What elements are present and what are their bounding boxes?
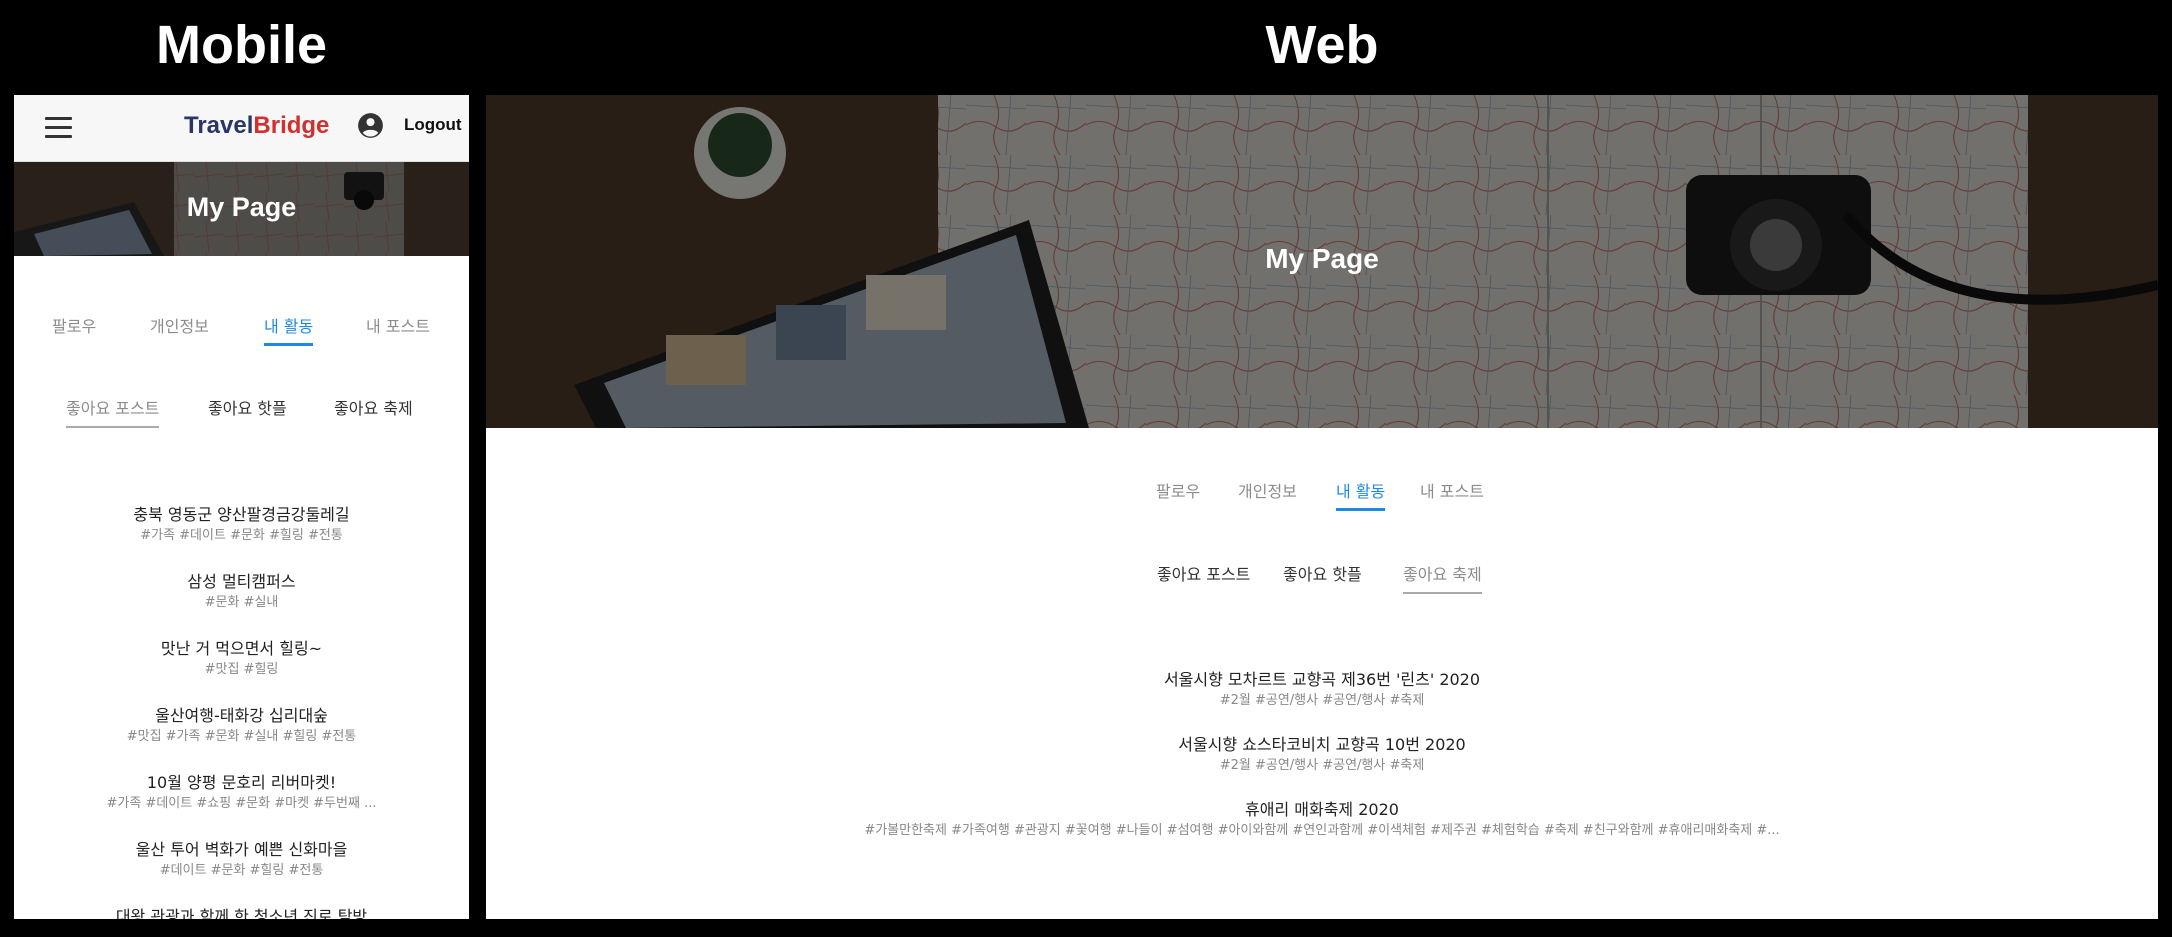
list-item[interactable]: 서울시향 모차르트 교향곡 제36번 '린츠' 2020 #2월 #공연/행사 #… [486,670,2158,735]
item-title: 대왕 관광과 함께 한 청소년 진로 탐방 [115,907,368,919]
item-tags: #가족 #데이트 #문화 #힐링 #전통 [140,528,343,543]
item-title: 맛난 거 먹으면서 힐링~ [160,639,323,658]
subtab-liked-festivals[interactable]: 좋아요 축제 [1403,561,1482,594]
subtab-liked-festivals[interactable]: 좋아요 축제 [334,395,413,419]
main-tabs: 팔로우 개인정보 내 활동 내 포스트 [486,478,2158,528]
item-tags: #가볼만한축제 #가족여행 #관광지 #꽃여행 #나들이 #섬여행 #아이와함께… [864,823,1780,838]
logout-button[interactable]: Logout [404,115,462,135]
item-title: 울산여행-태화강 십리대숲 [155,706,328,725]
item-tags: #맛집 #힐링 [204,662,279,677]
item-title: 서울시향 모차르트 교향곡 제36번 '린츠' 2020 [1163,670,1481,689]
liked-list: 서울시향 모차르트 교향곡 제36번 '린츠' 2020 #2월 #공연/행사 #… [486,670,2158,865]
subtab-liked-hotplaces[interactable]: 좋아요 핫플 [1283,561,1362,585]
list-item[interactable]: 10월 양평 문호리 리버마켓! #가족 #데이트 #쇼핑 #문화 #마켓 #두번… [14,773,469,840]
sub-tabs: 좋아요 포스트 좋아요 핫플 좋아요 축제 [14,395,469,435]
list-item[interactable]: 삼성 멀티캠퍼스 #문화 #실내 [14,572,469,639]
web-section-label: Web [1265,15,1379,75]
tab-follow[interactable]: 팔로우 [52,313,96,337]
main-tabs: 팔로우 개인정보 내 활동 내 포스트 [14,305,469,355]
list-item[interactable]: 서울시향 쇼스타코비치 교향곡 10번 2020 #2월 #공연/행사 #공연/행… [486,735,2158,800]
item-title: 휴애리 매화축제 2020 [1245,800,1399,819]
tab-my-posts[interactable]: 내 포스트 [1420,478,1484,502]
logo-travel: Travel [184,112,254,139]
item-title: 울산 투어 벽화가 예쁜 신화마을 [135,840,348,859]
hero-banner: My Page [486,95,2158,428]
account-circle-icon[interactable] [357,112,384,139]
sub-tabs: 좋아요 포스트 좋아요 핫플 좋아요 축제 [486,561,2158,601]
list-item[interactable]: 울산여행-태화강 십리대숲 #맛집 #가족 #문화 #실내 #힐링 #전통 [14,706,469,773]
tab-personal-info[interactable]: 개인정보 [1238,478,1297,502]
list-item[interactable]: 울산 투어 벽화가 예쁜 신화마을 #데이트 #문화 #힐링 #전통 [14,840,469,907]
page-title: My Page [1265,243,1379,274]
liked-list: 충북 영동군 양산팔경금강둘레길 #가족 #데이트 #문화 #힐링 #전통 삼성 … [14,505,469,919]
hamburger-menu-icon[interactable] [45,117,72,139]
subtab-liked-posts[interactable]: 좋아요 포스트 [1157,561,1250,585]
tab-personal-info[interactable]: 개인정보 [150,313,209,337]
page-title: My Page [186,192,297,222]
mobile-section-label: Mobile [156,15,327,75]
tab-follow[interactable]: 팔로우 [1156,478,1200,502]
list-item[interactable]: 휴애리 매화축제 2020 #가볼만한축제 #가족여행 #관광지 #꽃여행 #나들… [486,800,2158,865]
item-tags: #2월 #공연/행사 #공연/행사 #축제 [1219,693,1425,708]
item-tags: #가족 #데이트 #쇼핑 #문화 #마켓 #두번째 ... [106,796,377,811]
item-title: 10월 양평 문호리 리버마켓! [146,773,337,792]
tab-my-activity[interactable]: 내 활동 [264,313,314,346]
item-tags: #2월 #공연/행사 #공연/행사 #축제 [1219,758,1425,773]
list-item[interactable]: 대왕 관광과 함께 한 청소년 진로 탐방 [14,907,469,919]
item-tags: #문화 #실내 [204,595,279,610]
web-screen: My Page 팔로우 개인정보 내 활동 내 포스트 좋아요 포스트 좋아요 … [486,95,2158,919]
app-logo[interactable]: TravelBridge [184,112,329,140]
item-title: 삼성 멀티캠퍼스 [187,572,296,591]
subtab-liked-hotplaces[interactable]: 좋아요 핫플 [208,395,287,419]
app-bar: TravelBridge Logout [14,95,469,162]
hero-banner: My Page [14,162,469,256]
tab-my-activity[interactable]: 내 활동 [1336,478,1386,511]
tab-my-posts[interactable]: 내 포스트 [366,313,430,337]
mobile-screen: TravelBridge Logout My Page 팔로우 개인정보 내 활… [14,95,469,919]
item-tags: #맛집 #가족 #문화 #실내 #힐링 #전통 [126,729,357,744]
item-tags: #데이트 #문화 #힐링 #전통 [159,863,324,878]
logo-bridge: Bridge [253,112,330,139]
item-title: 서울시향 쇼스타코비치 교향곡 10번 2020 [1178,735,1466,754]
list-item[interactable]: 맛난 거 먹으면서 힐링~ #맛집 #힐링 [14,639,469,706]
list-item[interactable]: 충북 영동군 양산팔경금강둘레길 #가족 #데이트 #문화 #힐링 #전통 [14,505,469,572]
subtab-liked-posts[interactable]: 좋아요 포스트 [66,395,160,428]
item-title: 충북 영동군 양산팔경금강둘레길 [133,505,350,524]
